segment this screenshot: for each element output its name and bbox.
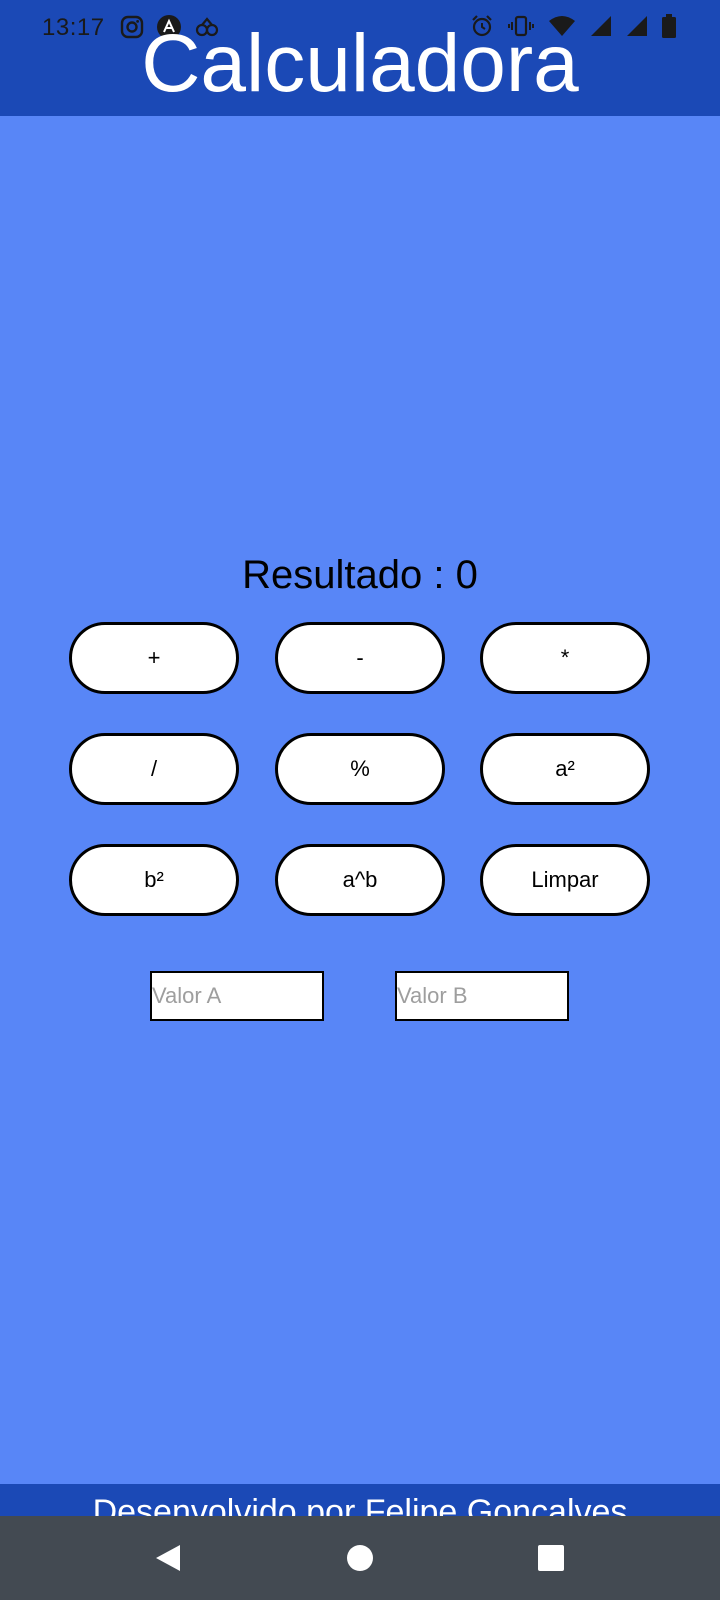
subtract-button[interactable]: - bbox=[275, 622, 445, 694]
back-icon[interactable] bbox=[150, 1540, 186, 1576]
divide-button[interactable]: / bbox=[69, 733, 239, 805]
navigation-bar bbox=[0, 1516, 720, 1600]
footer: Desenvolvido por Felipe Goncalves bbox=[0, 1484, 720, 1516]
square-b-button[interactable]: b² bbox=[69, 844, 239, 916]
app-title: Calculadora bbox=[141, 18, 579, 109]
result-label: Resultado : 0 bbox=[242, 553, 478, 597]
footer-text: Desenvolvido por Felipe Goncalves bbox=[92, 1493, 628, 1516]
recents-icon[interactable] bbox=[533, 1540, 569, 1576]
clear-button[interactable]: Limpar bbox=[480, 844, 650, 916]
power-button[interactable]: a^b bbox=[275, 844, 445, 916]
app-header: 13:17 Calculadora bbox=[0, 0, 720, 116]
percent-button[interactable]: % bbox=[275, 733, 445, 805]
value-b-input[interactable] bbox=[395, 971, 569, 1021]
multiply-button[interactable]: * bbox=[480, 622, 650, 694]
home-icon[interactable] bbox=[342, 1540, 378, 1576]
value-a-input[interactable] bbox=[150, 971, 324, 1021]
add-button[interactable]: + bbox=[69, 622, 239, 694]
square-a-button[interactable]: a² bbox=[480, 733, 650, 805]
